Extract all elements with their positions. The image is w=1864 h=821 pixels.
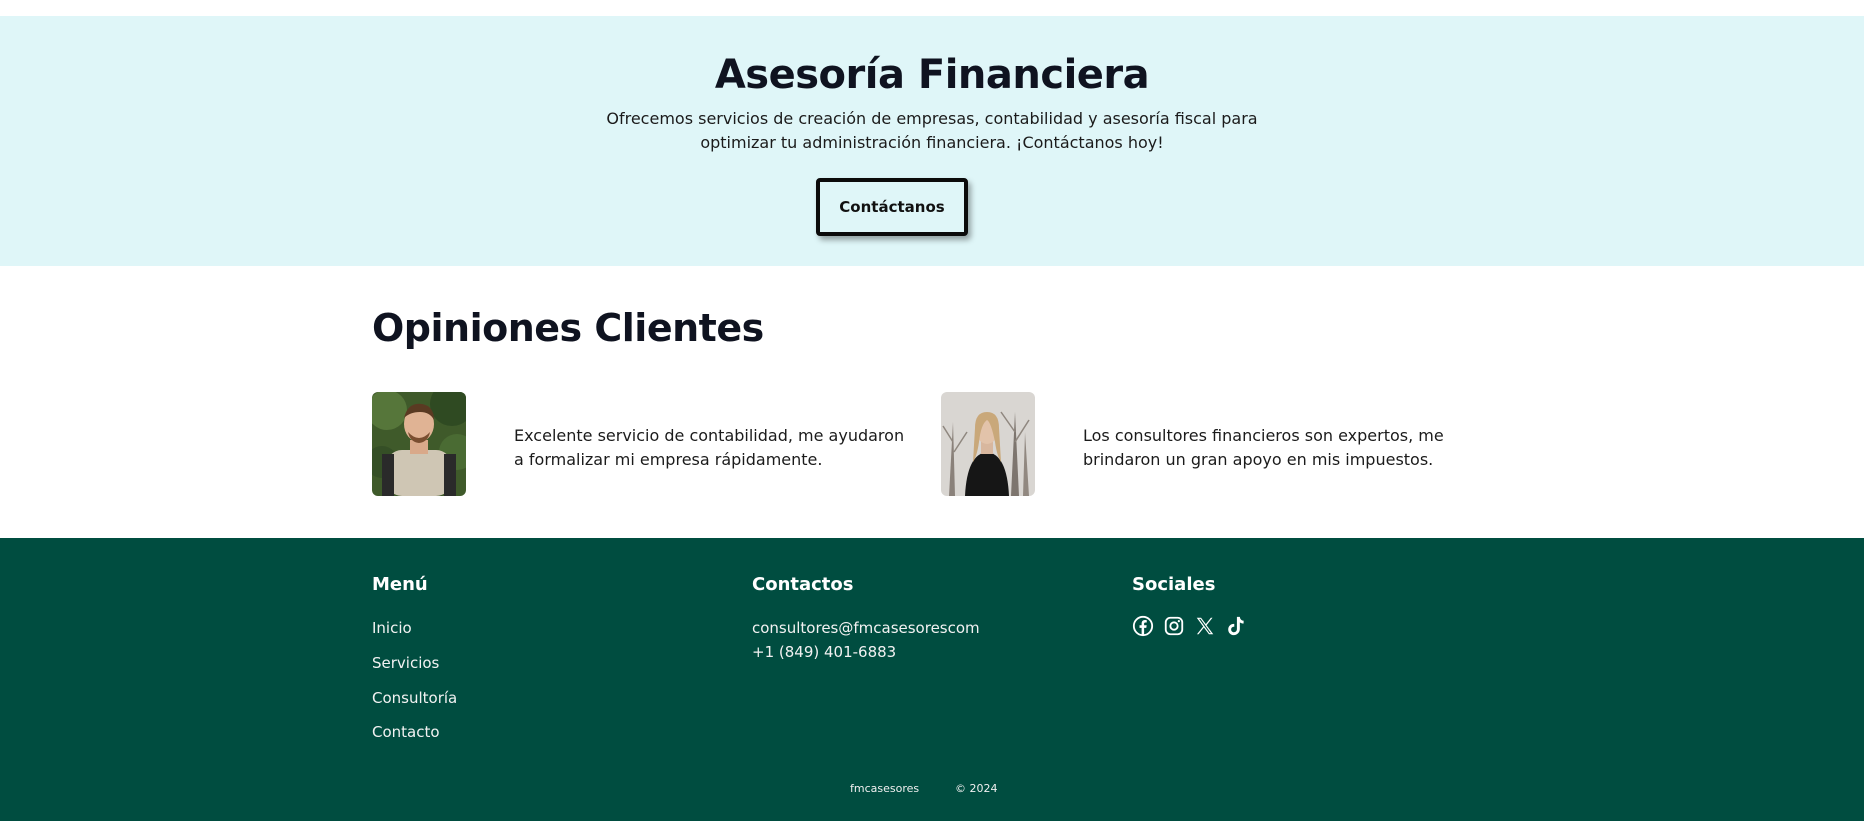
testimonials-title: Opiniones Clientes: [372, 306, 764, 350]
footer-contacts-title: Contactos: [752, 574, 854, 595]
contact-email[interactable]: consultores@fmcasesorescom: [752, 619, 980, 637]
hero-section: Asesoría Financiera Ofrecemos servicios …: [0, 16, 1864, 266]
top-strip: [0, 0, 1864, 16]
testimonial-card: Excelente servicio de contabilidad, me a…: [372, 392, 912, 498]
contact-phone[interactable]: +1 (849) 401-6883: [752, 643, 896, 661]
contact-us-button[interactable]: Contáctanos: [816, 178, 968, 236]
footer-copyright: © 2024: [955, 782, 998, 795]
footer-link-servicios[interactable]: Servicios: [372, 654, 439, 672]
footer: Menú Inicio Servicios Consultoría Contac…: [0, 538, 1864, 821]
footer-link-inicio[interactable]: Inicio: [372, 619, 412, 637]
social-icons: [1132, 615, 1247, 637]
hero-title: Asesoría Financiera: [714, 52, 1150, 98]
footer-menu-title: Menú: [372, 574, 428, 595]
facebook-icon[interactable]: [1132, 615, 1154, 637]
footer-brand: fmcasesores: [850, 782, 920, 795]
instagram-icon[interactable]: [1163, 615, 1185, 637]
x-icon[interactable]: [1194, 615, 1216, 637]
testimonial-card: Los consultores financieros son expertos…: [941, 392, 1481, 498]
client-avatar-woman: [941, 392, 1035, 496]
footer-link-consultoria[interactable]: Consultoría: [372, 689, 457, 707]
client-avatar-man: [372, 392, 466, 496]
testimonial-text: Los consultores financieros son expertos…: [1083, 426, 1444, 469]
footer-link-contacto[interactable]: Contacto: [372, 723, 440, 741]
testimonial-text: Excelente servicio de contabilidad, me a…: [514, 426, 905, 469]
testimonials-section: Opiniones Clientes Excelente servicio de…: [0, 266, 1864, 538]
hero-description: Ofrecemos servicios de creación de empre…: [606, 109, 1258, 152]
footer-socials-title: Sociales: [1132, 574, 1216, 595]
tiktok-icon[interactable]: [1225, 615, 1247, 637]
